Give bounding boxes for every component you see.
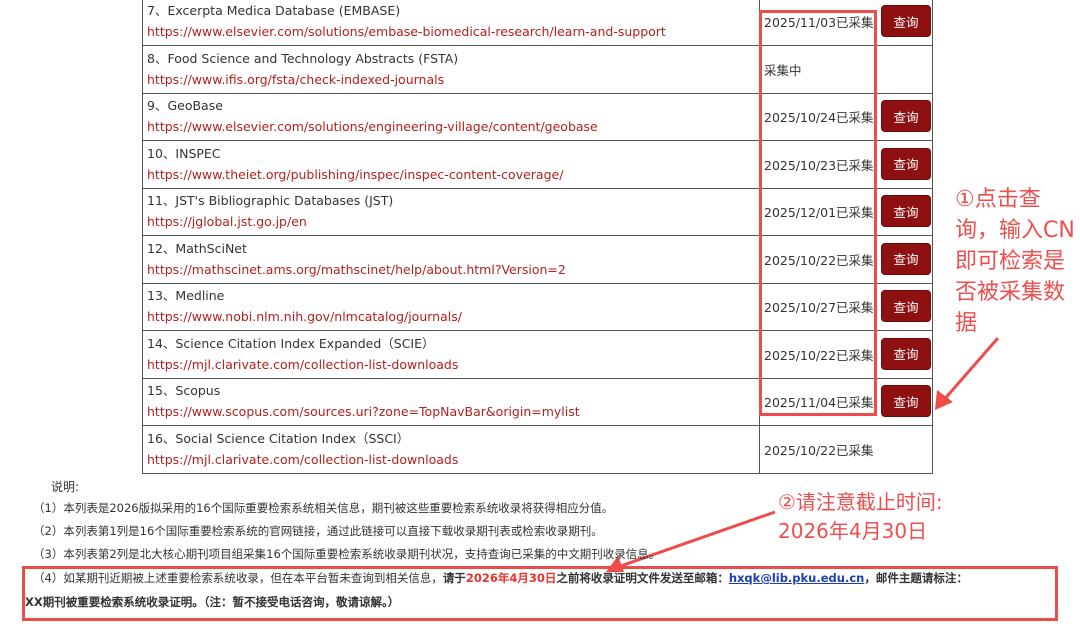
note-4-text: （4）如某期刊近期被上述重要检索系统收录，但在本平台暂未查询到相关信息， xyxy=(33,571,443,585)
note-4-please: 请于 xyxy=(442,571,466,585)
arrow-2-icon xyxy=(606,510,776,572)
note-1: （1）本列表是2026版拟采用的16个国际重要检索系统相关信息，期刊被这些重要检… xyxy=(33,501,614,515)
note-4-deadline: 2026年4月30日 xyxy=(465,571,557,585)
annotation-click-query: ①点击查询，输入CN即可检索是否被采集数据 xyxy=(955,187,1075,336)
note-2: （2）本列表第1列是16个国际重要检索系统的官网链接，通过此链接可以直接下载收录… xyxy=(33,524,603,538)
note-4-line2: XX期刊被重要检索系统收录证明。（注：暂不接受电话咨询，敬请谅解。） xyxy=(25,595,400,609)
annotation-deadline-line1: ②请注意截止时间: xyxy=(778,490,943,514)
note-3: （3）本列表第2列是北大核心期刊项目组采集16个国际重要检索系统收录期刊状况，支… xyxy=(33,547,661,561)
arrow-1-icon xyxy=(935,337,1000,410)
notes-title: 说明: xyxy=(51,480,80,494)
note-4-subject: ，邮件主题请标注： xyxy=(864,571,968,585)
note-4-send: 之前将收录证明文件发送至邮箱： xyxy=(556,571,729,585)
email-link[interactable]: hxqk@lib.pku.edu.cn xyxy=(729,571,865,585)
note-4-line1: （4）如某期刊近期被上述重要检索系统收录，但在本平台暂未查询到相关信息，请于20… xyxy=(33,570,968,586)
annotation-deadline-line2: 2026年4月30日 xyxy=(778,519,928,543)
annotation-deadline: ②请注意截止时间: 2026年4月30日 xyxy=(778,488,1078,546)
